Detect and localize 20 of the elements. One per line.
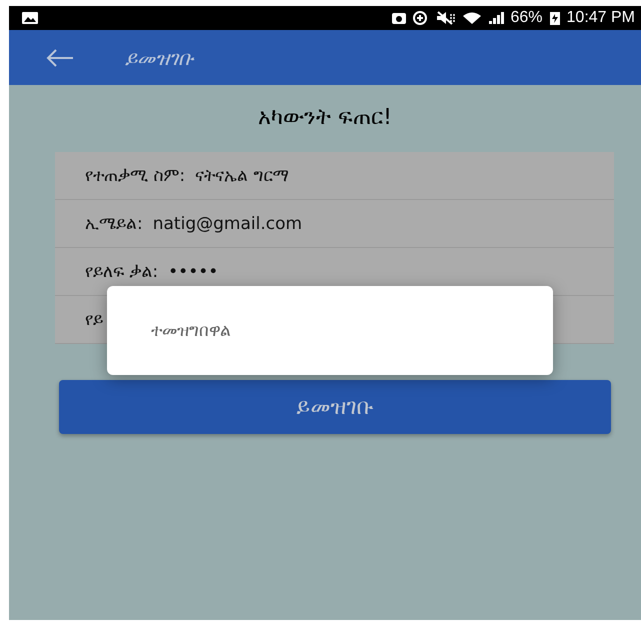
- field-label: የተጠቃሚ ስም:: [85, 166, 186, 186]
- camera-icon: [392, 11, 406, 25]
- battery-icon: [548, 11, 561, 25]
- field-value: natig@gmail.com: [152, 214, 302, 234]
- field-label: ኢሜይል:: [85, 214, 143, 234]
- page-heading: አካውንት ፍጠር!: [258, 105, 392, 130]
- field-label: የይ: [85, 310, 103, 330]
- dialog-message: ተመዝግበዋል: [151, 320, 231, 340]
- field-value: ናትናኤል ግርማ: [195, 166, 289, 186]
- image-icon: [21, 11, 39, 25]
- app-bar-title: ይመዝገቡ: [125, 46, 193, 70]
- battery-percent: 66%: [510, 9, 543, 27]
- field-value: •••••: [168, 262, 218, 282]
- register-button[interactable]: ይመዝገቡ: [59, 380, 611, 434]
- mute-icon: [436, 11, 456, 25]
- field-label: የይለፍ ቃል:: [85, 262, 158, 282]
- clock: 10:47 PM: [566, 9, 635, 27]
- signal-icon: [488, 11, 504, 25]
- back-arrow-icon[interactable]: [45, 48, 75, 68]
- wifi-icon: [462, 11, 482, 25]
